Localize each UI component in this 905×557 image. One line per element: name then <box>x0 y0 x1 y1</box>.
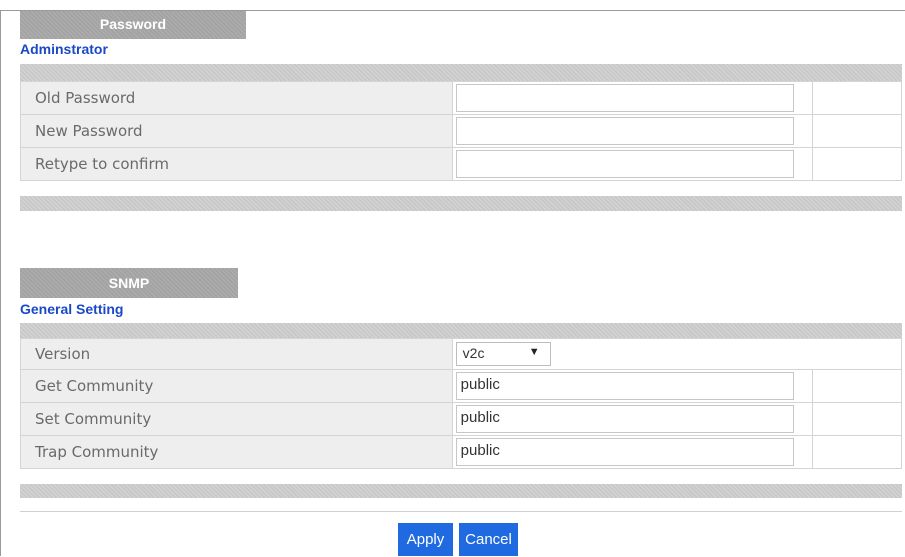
frame-left-border <box>0 10 1 556</box>
general-setting-subheading: General Setting <box>20 301 124 317</box>
old-password-label: Old Password <box>20 81 453 115</box>
old-password-input[interactable] <box>455 84 794 112</box>
snmp-section-tab: SNMP <box>20 268 238 298</box>
get-community-input[interactable]: public <box>455 372 794 400</box>
table-row: Old Password <box>20 81 903 115</box>
version-selected-value: v2c <box>462 345 485 361</box>
table-row: New Password <box>20 114 903 148</box>
trap-community-label: Trap Community <box>20 435 453 469</box>
administrator-subheading: Adminstrator <box>20 41 108 57</box>
table-row: Version v2c ▼ <box>20 338 903 370</box>
table-row: Retype to confirm <box>20 147 903 181</box>
dropdown-arrow-icon: ▼ <box>528 346 540 358</box>
version-label: Version <box>20 338 453 370</box>
divider <box>20 511 902 512</box>
trap-community-input[interactable]: public <box>455 438 794 466</box>
snmp-form-table: Version v2c ▼ Get Community public Set C… <box>20 338 903 469</box>
password-table-header-bar <box>20 64 902 81</box>
cancel-button[interactable]: Cancel <box>459 523 518 556</box>
password-tab-label: Password <box>99 16 167 32</box>
password-table-footer-bar <box>20 196 902 211</box>
snmp-table-footer-bar <box>20 484 902 498</box>
password-form-table: Old Password New Password Retype to conf… <box>20 81 903 181</box>
get-community-label: Get Community <box>20 369 453 403</box>
password-section-tab: Password <box>20 11 246 39</box>
table-row: Trap Community public <box>20 435 903 469</box>
retype-password-input[interactable] <box>455 150 794 178</box>
new-password-input[interactable] <box>455 117 794 145</box>
retype-password-label: Retype to confirm <box>20 147 453 181</box>
set-community-input[interactable]: public <box>455 405 794 433</box>
version-select[interactable]: v2c ▼ <box>455 342 551 366</box>
snmp-table-header-bar <box>20 323 902 338</box>
snmp-tab-label: SNMP <box>108 275 150 291</box>
apply-button[interactable]: Apply <box>398 523 453 556</box>
new-password-label: New Password <box>20 114 453 148</box>
table-row: Set Community public <box>20 402 903 436</box>
table-row: Get Community public <box>20 369 903 403</box>
set-community-label: Set Community <box>20 402 453 436</box>
